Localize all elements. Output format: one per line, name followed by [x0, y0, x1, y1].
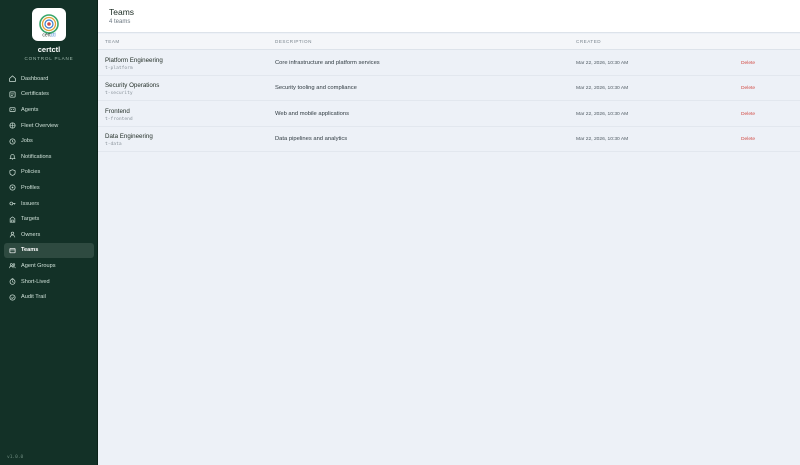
profile-icon — [8, 184, 16, 192]
sidebar-item-label: Teams — [21, 247, 39, 254]
sidebar-item-label: Certificates — [21, 91, 49, 98]
team-description: Web and mobile applications — [275, 110, 350, 117]
sidebar-item-label: Agents — [21, 106, 39, 113]
sidebar-item-agents[interactable]: Agents — [4, 102, 94, 118]
bell-icon — [8, 153, 16, 161]
sidebar-item-fleet-overview[interactable]: Fleet Overview — [4, 118, 94, 134]
sidebar-item-agent-groups[interactable]: Agent Groups — [4, 258, 94, 274]
table-row: Platform Engineering t-platform Core infra… — [98, 51, 800, 76]
page-subtitle: 4 teams — [109, 19, 131, 25]
column-header-created[interactable]: CREATED — [576, 39, 601, 44]
table-row: Data Engineering t-data Data pipelines and… — [98, 127, 800, 153]
sidebar-item-label: Owners — [21, 231, 41, 238]
sidebar-item-targets[interactable]: Targets — [4, 211, 94, 227]
sidebar-item-short-lived[interactable]: Short-Lived — [4, 274, 94, 290]
target-icon — [8, 215, 16, 223]
fleet-icon — [8, 122, 16, 130]
team-name: Security Operations — [105, 82, 160, 90]
logo-seal-icon: certctl — [39, 13, 59, 38]
team-id: t-platform — [105, 66, 133, 71]
svg-text:certctl: certctl — [42, 32, 55, 38]
team-icon — [8, 246, 16, 254]
sidebar-item-policies[interactable]: Policies — [4, 165, 94, 181]
team-description: Security tooling and compliance — [275, 85, 357, 92]
app-name: certctl — [37, 45, 61, 54]
main-content: Teams 4 teams TEAM DESCRIPTION CREATED P… — [98, 0, 800, 465]
logo[interactable]: certctl — [32, 8, 66, 41]
clock-icon — [8, 278, 16, 286]
certificate-icon — [8, 90, 16, 98]
agent-icon — [8, 106, 16, 114]
key-icon — [8, 200, 16, 208]
sidebar-item-label: Jobs — [21, 138, 33, 145]
sidebar-item-owners[interactable]: Owners — [4, 227, 94, 243]
team-description: Data pipelines and analytics — [275, 136, 348, 143]
sidebar-item-label: Fleet Overview — [21, 122, 59, 129]
delete-button[interactable]: Delete — [741, 86, 755, 91]
app-subtitle: CONTROL PLANE — [24, 56, 74, 61]
sidebar-item-dashboard[interactable]: Dashboard — [4, 71, 94, 87]
sidebar-item-label: Audit Trail — [21, 294, 46, 301]
sidebar-item-teams[interactable]: Teams — [4, 242, 94, 259]
app-version: v1.0.0 — [7, 455, 24, 460]
sidebar-item-label: Issuers — [21, 200, 40, 207]
table-row: Frontend t-frontend Web and mobile applica… — [98, 102, 800, 127]
sidebar-item-label: Profiles — [21, 184, 40, 191]
sidebar-item-audit-trail[interactable]: Audit Trail — [4, 289, 94, 305]
policy-icon — [8, 168, 16, 176]
group-icon — [8, 262, 16, 270]
delete-button[interactable]: Delete — [741, 61, 755, 66]
team-id: t-security — [105, 91, 133, 97]
sidebar-item-label: Targets — [21, 216, 40, 223]
sidebar: certctl certctl CONTROL PLANE Dashboard C… — [0, 0, 98, 465]
sidebar-item-label: Policies — [21, 169, 41, 176]
sidebar-nav: Dashboard Certificates Agents Fleet Overvie… — [4, 71, 94, 305]
sidebar-item-notifications[interactable]: Notifications — [4, 149, 94, 165]
sidebar-item-label: Short-Lived — [21, 278, 50, 285]
audit-icon — [8, 293, 16, 301]
table-row: Security Operations t-security Security to… — [98, 76, 800, 102]
team-created: Mar 22, 2026, 10:30 AM — [576, 137, 629, 143]
team-description: Core infrastructure and platform service… — [275, 60, 380, 66]
sidebar-item-profiles[interactable]: Profiles — [4, 180, 94, 196]
team-created: Mar 22, 2026, 10:30 AM — [576, 61, 629, 66]
team-id: t-data — [105, 142, 122, 148]
sidebar-item-certificates[interactable]: Certificates — [4, 87, 94, 103]
page-title: Teams — [109, 7, 135, 17]
team-name: Data Engineering — [105, 133, 153, 141]
page-header: Teams 4 teams — [98, 0, 800, 33]
home-icon — [8, 75, 16, 83]
delete-button[interactable]: Delete — [741, 137, 755, 142]
team-name: Platform Engineering — [105, 57, 163, 64]
sidebar-item-issuers[interactable]: Issuers — [4, 196, 94, 212]
table-header: TEAM DESCRIPTION CREATED — [98, 34, 800, 50]
team-name: Frontend — [105, 107, 130, 115]
sidebar-item-label: Notifications — [21, 153, 52, 160]
column-header-description[interactable]: DESCRIPTION — [275, 39, 312, 44]
team-id: t-frontend — [105, 116, 133, 122]
team-created: Mar 22, 2026, 10:30 AM — [576, 111, 629, 117]
sidebar-item-label: Agent Groups — [21, 262, 56, 269]
column-header-team[interactable]: TEAM — [105, 39, 120, 44]
delete-button[interactable]: Delete — [741, 112, 755, 117]
user-icon — [8, 231, 16, 239]
sidebar-item-label: Dashboard — [21, 75, 49, 82]
team-created: Mar 22, 2026, 10:30 AM — [576, 86, 629, 92]
jobs-icon — [8, 137, 16, 145]
sidebar-item-jobs[interactable]: Jobs — [4, 133, 94, 149]
